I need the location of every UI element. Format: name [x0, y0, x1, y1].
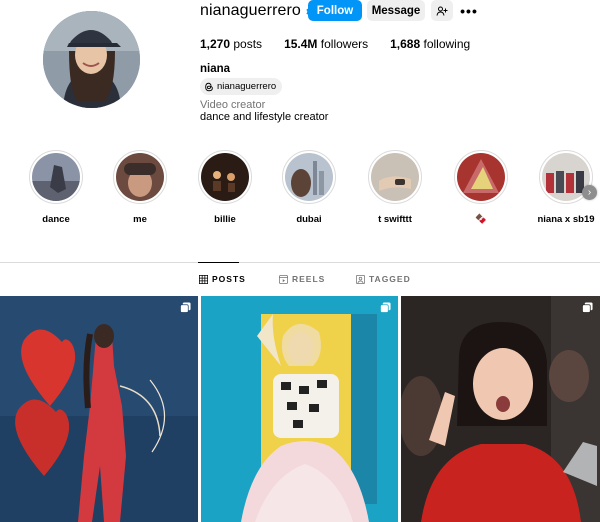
- profile-avatar[interactable]: [43, 11, 140, 108]
- stat-followers-value: 15.4M: [284, 37, 318, 51]
- multiple-posts-icon: [582, 302, 593, 313]
- post-tile-1[interactable]: [0, 296, 198, 522]
- stat-following[interactable]: 1,688 following: [390, 37, 470, 51]
- profile-bio: dance and lifestyle creator: [200, 111, 329, 123]
- highlights-next-button[interactable]: ›: [582, 185, 597, 200]
- highlight-label: billie: [214, 214, 236, 225]
- stat-followers-label: followers: [320, 37, 369, 51]
- multiple-posts-icon: [380, 302, 391, 313]
- highlight-chocolate[interactable]: 🍫: [446, 150, 516, 225]
- profile-tabs: POSTS REELS TAGGED: [0, 274, 600, 288]
- profile-stats: 1,270 posts 15.4M followers 1,688 follow…: [200, 37, 492, 51]
- highlight-label: dubai: [296, 214, 322, 225]
- highlight-label: 🍫: [475, 214, 487, 225]
- highlight-me[interactable]: me: [105, 150, 175, 225]
- highlight-billie[interactable]: billie: [190, 150, 260, 225]
- full-name: niana: [200, 63, 231, 75]
- highlight-label: t swifttt: [378, 214, 412, 225]
- multiple-posts-icon: [180, 302, 191, 313]
- add-person-icon: [436, 6, 448, 16]
- chevron-right-icon: ›: [587, 187, 592, 198]
- story-highlights: dance me billie dubai t swifttt 🍫 niana …: [0, 150, 600, 230]
- highlight-label: me: [133, 214, 147, 225]
- more-options-button[interactable]: •••: [458, 0, 480, 21]
- username: nianaguerrero: [200, 2, 301, 19]
- tagged-icon: [356, 274, 365, 284]
- tab-reels[interactable]: REELS: [279, 274, 325, 284]
- message-button[interactable]: Message: [367, 0, 425, 21]
- stat-followers[interactable]: 15.4M followers: [284, 37, 368, 51]
- tab-label: TAGGED: [369, 274, 411, 284]
- stat-following-label: following: [423, 37, 471, 51]
- stat-following-value: 1,688: [390, 37, 421, 51]
- active-tab-indicator: [198, 262, 239, 263]
- username-row: nianaguerrero: [200, 0, 320, 22]
- suggested-accounts-button[interactable]: [431, 0, 453, 21]
- highlight-t-swifttt[interactable]: t swifttt: [360, 150, 430, 225]
- reels-icon: [279, 274, 288, 284]
- profile-category: Video creator: [200, 99, 266, 111]
- highlight-label: niana x sb19: [537, 214, 595, 225]
- stat-posts: 1,270 posts: [200, 37, 262, 51]
- stat-posts-value: 1,270: [200, 37, 231, 51]
- tab-label: POSTS: [212, 274, 246, 284]
- tabs-divider: [0, 262, 600, 263]
- tab-label: REELS: [292, 274, 326, 284]
- post-tile-2[interactable]: [201, 296, 398, 522]
- highlight-dubai[interactable]: dubai: [274, 150, 344, 225]
- post-tile-3[interactable]: [401, 296, 600, 522]
- tab-posts[interactable]: POSTS: [199, 274, 246, 284]
- grid-icon: [199, 274, 208, 284]
- highlight-label: dance: [42, 214, 70, 225]
- more-horizontal-icon: •••: [460, 2, 478, 19]
- threads-handle: nianaguerrero: [217, 81, 277, 92]
- threads-link[interactable]: nianaguerrero: [200, 78, 283, 95]
- follow-button[interactable]: Follow: [308, 0, 362, 21]
- tab-tagged[interactable]: TAGGED: [356, 274, 411, 284]
- highlight-dance[interactable]: dance: [21, 150, 91, 225]
- stat-posts-label: posts: [233, 37, 263, 51]
- threads-icon: [205, 82, 213, 91]
